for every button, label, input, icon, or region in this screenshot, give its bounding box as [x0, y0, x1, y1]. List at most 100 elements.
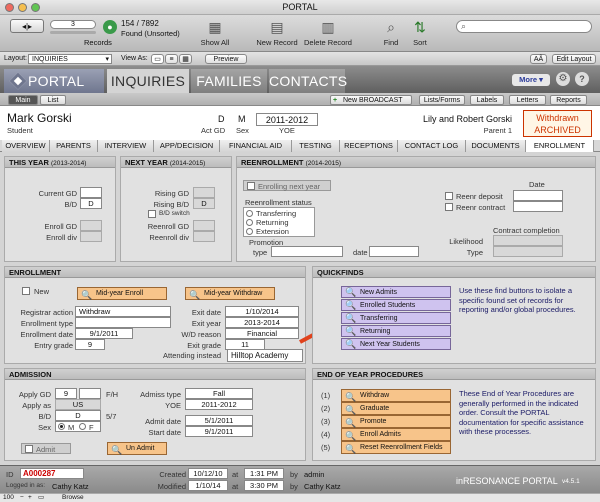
attending-instead-field[interactable]: Hilltop Academy — [227, 349, 303, 362]
search-input[interactable] — [473, 22, 583, 32]
subtab-list[interactable]: List — [40, 95, 66, 105]
admit-date-field[interactable]: 5/1/2011 — [185, 415, 253, 426]
reenr-deposit-checkbox[interactable] — [445, 192, 453, 200]
quickfind-transferring[interactable]: 🔍 Transferring — [341, 312, 451, 324]
eoy-graduate-button[interactable]: 🔍 Graduate — [341, 402, 451, 415]
labels-button[interactable]: Labels — [470, 95, 504, 105]
find-button[interactable]: ⌕ Find — [378, 18, 404, 47]
previous-record-icon[interactable]: ◂ — [22, 22, 26, 31]
tab-receptions[interactable]: RECEPTIONS — [340, 140, 398, 152]
next-record-icon[interactable]: ▸ — [28, 22, 32, 31]
tab-inquiries[interactable]: INQUIRIES — [107, 69, 189, 93]
view-form-button[interactable]: ▭ — [151, 54, 164, 64]
exit-year-field[interactable]: 2013-2014 — [225, 317, 299, 328]
sort-button[interactable]: ⇅ Sort — [407, 18, 433, 47]
tab-documents[interactable]: DOCUMENTS — [466, 140, 526, 152]
more-menu[interactable]: More ▾ — [512, 74, 550, 86]
magnifier-icon: 🔍 — [81, 290, 93, 300]
record-number-field[interactable]: 3 — [50, 20, 96, 29]
entry-grade-field[interactable]: 9 — [75, 339, 105, 350]
enrollment-type-field[interactable] — [75, 317, 171, 328]
quickfind-new-admits[interactable]: 🔍 New Admits — [341, 286, 451, 298]
enrolling-next-year-checkbox[interactable] — [247, 182, 255, 190]
option-extension: Extension — [256, 227, 289, 236]
zoom-level[interactable]: 100 — [3, 494, 14, 502]
formatting-bar-button[interactable]: AÂ — [530, 54, 547, 64]
zoom-in-icon[interactable]: + — [28, 494, 32, 502]
reports-button[interactable]: Reports — [550, 95, 587, 105]
eoy-reset-reenrollment-button[interactable]: 🔍 Reset Reenrollment Fields — [341, 441, 451, 454]
quickfind-returning[interactable]: 🔍 Returning — [341, 325, 451, 337]
tab-overview[interactable]: OVERVIEW — [2, 140, 50, 152]
zoom-window-icon[interactable] — [31, 3, 40, 12]
radio-transferring[interactable] — [246, 210, 253, 217]
tab-parents[interactable]: PARENTS — [50, 140, 98, 152]
enrollment-date-field[interactable]: 9/1/2011 — [75, 328, 133, 339]
start-date-field[interactable]: 9/1/2011 — [185, 426, 253, 437]
tab-app-decision[interactable]: APP/DECISION — [154, 140, 220, 152]
view-list-button[interactable]: ≡ — [165, 54, 178, 64]
admission-panel: ADMISSION Apply GD 9 F/H Apply as US B/D… — [4, 368, 306, 461]
show-all-button[interactable]: ▦ Show All — [198, 18, 232, 47]
exit-date-field[interactable]: 1/10/2014 — [225, 306, 299, 317]
status-toolbar-toggle-icon[interactable]: ▭ — [38, 494, 44, 502]
minimize-window-icon[interactable] — [18, 3, 27, 12]
tab-testing[interactable]: TESTING — [292, 140, 340, 152]
admit-toggle[interactable]: Admit — [21, 443, 71, 454]
enrolling-next-year-toggle[interactable]: Enrolling next year — [243, 180, 331, 191]
promotion-type-field[interactable] — [271, 246, 343, 257]
record-slider[interactable] — [50, 31, 96, 34]
mid-year-withdraw-button[interactable]: 🔍 Mid-year Withdraw — [185, 287, 275, 300]
layout-select[interactable]: INQUIRIES ▾ — [28, 54, 112, 64]
bd-switch-checkbox[interactable] — [148, 210, 156, 218]
letters-button[interactable]: Letters — [509, 95, 546, 105]
gear-icon[interactable]: ⚙ — [556, 72, 570, 86]
tab-financial-aid[interactable]: FINANCIAL AID — [220, 140, 292, 152]
tab-families[interactable]: FAMILIES — [191, 69, 267, 93]
eoy-promote-button[interactable]: 🔍 Promote — [341, 415, 451, 428]
zoom-out-icon[interactable]: − — [20, 494, 24, 502]
tab-interview[interactable]: INTERVIEW — [98, 140, 154, 152]
promotion-date-field[interactable] — [369, 246, 419, 257]
tab-enrollment[interactable]: ENROLLMENT — [526, 140, 594, 152]
current-gd-field[interactable] — [80, 187, 102, 198]
radio-sex-m[interactable] — [58, 423, 65, 430]
apply-gd-field[interactable]: 9 — [55, 388, 77, 399]
view-table-button[interactable]: ▦ — [179, 54, 192, 64]
admission-bd-field[interactable]: D — [55, 410, 101, 421]
unadmit-button[interactable]: 🔍 Un Admit — [107, 442, 167, 455]
wd-reason-field[interactable]: Financial — [225, 328, 299, 339]
subtab-main[interactable]: Main — [8, 95, 38, 105]
quickfind-next-year-students[interactable]: 🔍 Next Year Students — [341, 338, 451, 350]
lists-forms-button[interactable]: Lists/Forms — [419, 95, 465, 105]
tab-contact-log[interactable]: CONTACT LOG — [398, 140, 466, 152]
record-navigator[interactable]: ◂|▸ — [10, 19, 44, 33]
new-record-button[interactable]: ▤ New Record — [254, 18, 300, 47]
mid-year-enroll-button[interactable]: 🔍 Mid-year Enroll — [77, 287, 167, 300]
admiss-type-field[interactable]: Fall — [185, 388, 253, 399]
preview-button[interactable]: Preview — [205, 54, 247, 64]
quickfind-enrolled-students[interactable]: 🔍 Enrolled Students — [341, 299, 451, 311]
edit-layout-button[interactable]: Edit Layout — [552, 54, 596, 64]
eoy-withdraw-button[interactable]: 🔍 Withdraw — [341, 389, 451, 402]
tab-contacts[interactable]: CONTACTS — [269, 69, 347, 93]
reenr-contract-date[interactable] — [513, 201, 563, 212]
eoy-enroll-admits-button[interactable]: 🔍 Enroll Admits — [341, 428, 451, 441]
close-window-icon[interactable] — [5, 3, 14, 12]
radio-sex-f[interactable] — [79, 423, 86, 430]
apply-gd-extra[interactable] — [79, 388, 101, 399]
radio-returning[interactable] — [246, 219, 253, 226]
yoe-field[interactable]: 2011-2012 — [256, 113, 318, 126]
radio-extension[interactable] — [246, 228, 253, 235]
bd-field[interactable]: D — [80, 198, 102, 209]
reenr-contract-checkbox[interactable] — [445, 203, 453, 211]
admit-checkbox[interactable] — [25, 445, 33, 453]
new-broadcast-button[interactable]: + New BROADCAST — [330, 95, 412, 105]
delete-record-button[interactable]: ▥ Delete Record — [302, 18, 354, 47]
new-checkbox[interactable] — [22, 287, 30, 295]
quick-find-field[interactable]: ⌕ — [456, 20, 592, 33]
registrar-action-field[interactable]: Withdraw — [75, 306, 171, 317]
admission-yoe-field[interactable]: 2011-2012 — [185, 399, 253, 410]
reenr-deposit-date[interactable] — [513, 190, 563, 201]
help-icon[interactable]: ? — [575, 72, 589, 86]
